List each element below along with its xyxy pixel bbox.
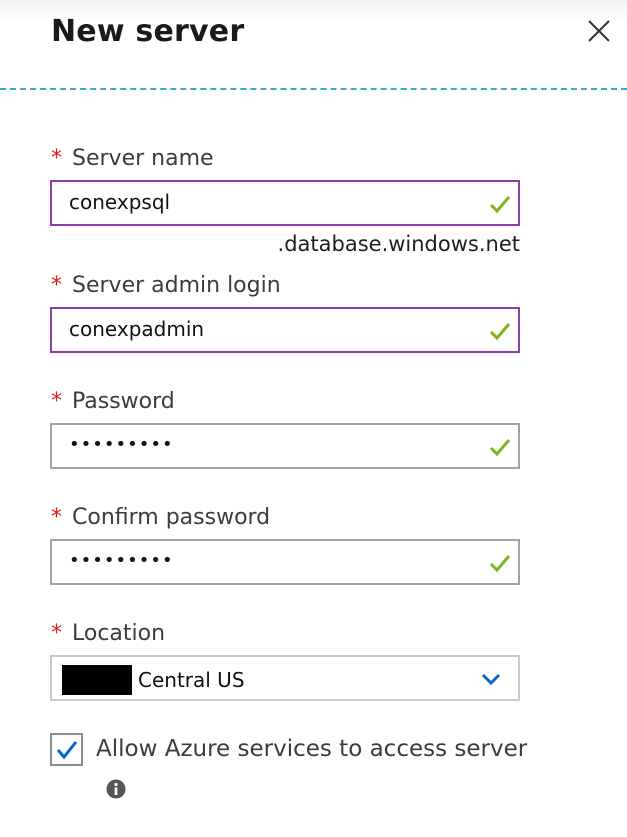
- allow-azure-label: Allow Azure services to access server: [96, 736, 528, 762]
- required-marker: *: [51, 389, 62, 414]
- redacted-region: [62, 665, 132, 695]
- valid-check-icon: [489, 196, 511, 214]
- confirm-password-label: * Confirm password: [51, 505, 270, 530]
- server-name-label: * Server name: [51, 146, 214, 171]
- location-label-text: Location: [72, 621, 166, 646]
- password-masked-value: •••••••••: [69, 434, 174, 455]
- valid-check-icon: [489, 555, 511, 573]
- location-selected-value: Central US: [138, 668, 245, 692]
- new-server-blade: New server * Server name conexpsql .datab…: [0, 0, 627, 837]
- header-divider: [0, 88, 627, 90]
- confirm-password-input[interactable]: •••••••••: [50, 539, 520, 585]
- password-label-text: Password: [72, 389, 175, 414]
- location-select[interactable]: Central US: [50, 655, 520, 701]
- password-label: * Password: [51, 389, 175, 414]
- server-name-suffix: .database.windows.net: [277, 232, 520, 256]
- admin-login-value: conexpadmin: [69, 317, 205, 341]
- valid-check-icon: [489, 439, 511, 457]
- close-button[interactable]: [584, 16, 614, 46]
- required-marker: *: [51, 146, 62, 171]
- required-marker: *: [51, 621, 62, 646]
- close-icon: [588, 20, 610, 42]
- server-name-value: conexpsql: [69, 190, 171, 214]
- info-icon[interactable]: [106, 779, 126, 799]
- server-name-label-text: Server name: [72, 146, 214, 171]
- required-marker: *: [51, 273, 62, 298]
- allow-azure-checkbox[interactable]: [50, 733, 83, 766]
- valid-check-icon: [489, 323, 511, 341]
- chevron-down-icon: [481, 673, 501, 686]
- confirm-password-masked-value: •••••••••: [69, 550, 174, 571]
- password-input[interactable]: •••••••••: [50, 423, 520, 469]
- location-label: * Location: [51, 621, 165, 646]
- page-title: New server: [51, 14, 245, 49]
- admin-login-input[interactable]: conexpadmin: [50, 307, 520, 353]
- checkmark-icon: [56, 741, 78, 760]
- blade-header: New server: [0, 0, 627, 88]
- admin-login-label: * Server admin login: [51, 273, 281, 298]
- required-marker: *: [51, 505, 62, 530]
- server-name-input[interactable]: conexpsql: [50, 180, 520, 226]
- confirm-password-label-text: Confirm password: [72, 505, 271, 530]
- admin-login-label-text: Server admin login: [72, 273, 281, 298]
